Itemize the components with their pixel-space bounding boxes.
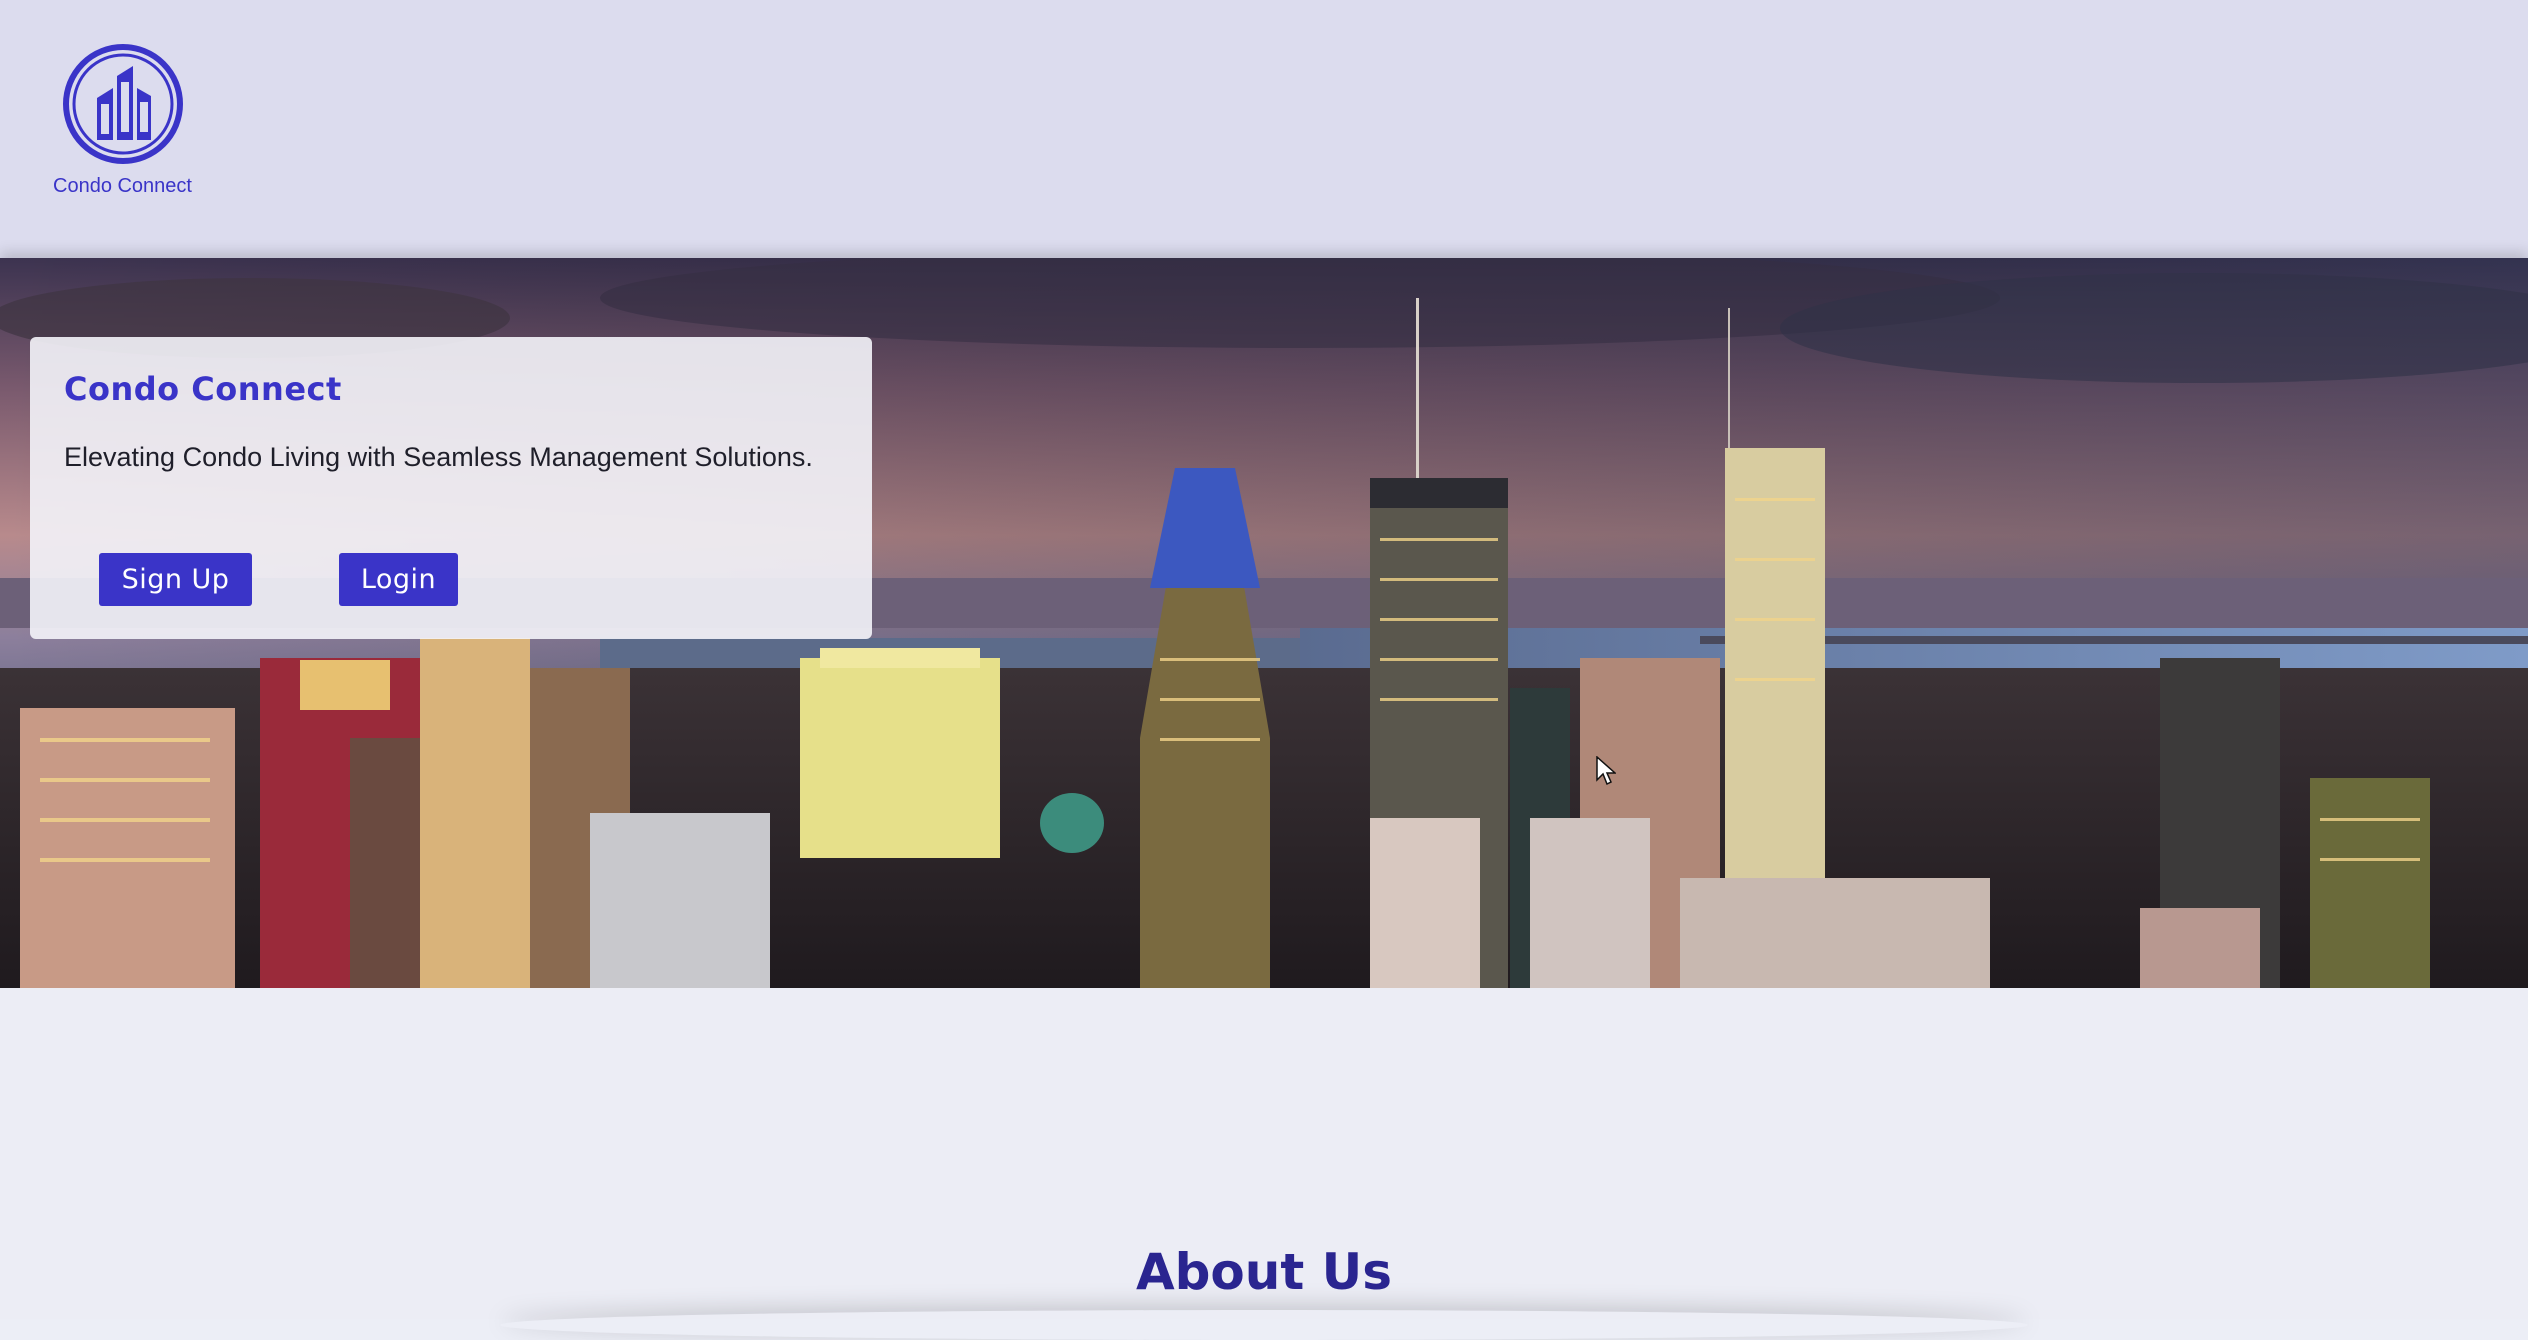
- mouse-pointer-icon: [1596, 756, 1616, 786]
- login-button[interactable]: Login: [339, 553, 458, 606]
- logo[interactable]: Condo Connect: [40, 42, 205, 198]
- sign-up-button[interactable]: Sign Up: [99, 553, 252, 606]
- hero-title: Condo Connect: [64, 370, 342, 408]
- logo-text: Condo Connect: [53, 175, 192, 197]
- hero-card: Condo Connect Elevating Condo Living wit…: [30, 337, 872, 639]
- building-circle-icon: [62, 44, 183, 164]
- hero-tagline: Elevating Condo Living with Seamless Man…: [64, 442, 813, 472]
- section-divider-shadow: [500, 1310, 2028, 1340]
- about-section: About Us: [0, 988, 2528, 1319]
- about-title: About Us: [1135, 1243, 1393, 1301]
- site-header: Condo Connect: [0, 0, 2528, 258]
